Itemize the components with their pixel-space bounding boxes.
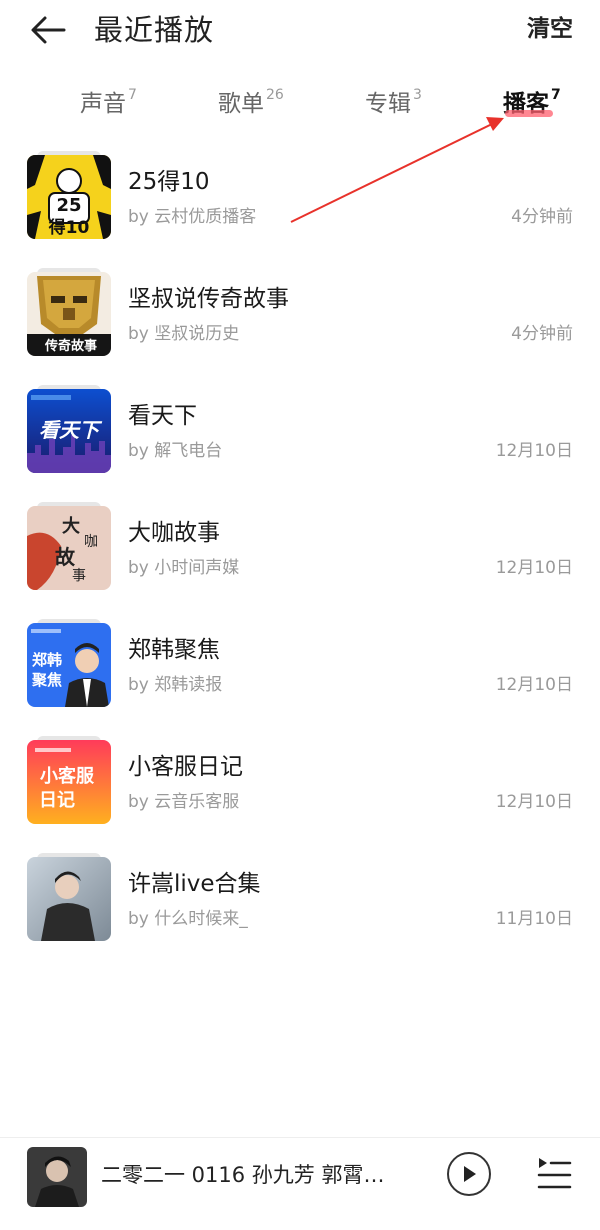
item-title: 小客服日记 (128, 754, 243, 780)
list-item[interactable]: 郑韩 聚焦 郑韩聚焦 by 郑韩读报 12月10日 (0, 618, 600, 718)
tab-sounds[interactable]: 声音 7 (80, 84, 137, 128)
playlist-queue-button[interactable] (535, 1154, 573, 1194)
item-author: by 坚叔说历史 (128, 324, 240, 344)
cover-portrait-blue-icon: 郑韩 聚焦 (27, 623, 111, 707)
playlist-queue-icon (537, 1158, 572, 1189)
cover-text: 日记 (39, 790, 75, 811)
tab-count: 26 (266, 87, 284, 103)
cover-text: 小客服 (40, 765, 95, 787)
cover-text: 咖 (84, 534, 98, 550)
cover-text: 看天下 (39, 418, 103, 442)
cover-text: 大 (62, 515, 80, 537)
cover-text: 得10 (48, 217, 90, 238)
list-item[interactable]: 25 得10 25得10 by 云村优质播客 4分钟前 (0, 150, 600, 250)
tab-count: 7 (551, 87, 561, 103)
page-title: 最近播放 (94, 13, 215, 47)
list-item[interactable]: 小客服 日记 小客服日记 by 云音乐客服 12月10日 (0, 735, 600, 835)
active-tab-indicator (505, 110, 553, 117)
tab-label: 播客 (503, 91, 549, 117)
item-time: 12月10日 (495, 792, 573, 812)
item-title: 25得10 (128, 169, 210, 195)
cover-calligraphy-icon: 大 咖 故 事 (27, 506, 111, 590)
arrow-left-icon (31, 16, 66, 44)
cover-25de10-icon: 25 得10 (27, 155, 111, 239)
item-author: by 什么时候来_ (128, 909, 248, 929)
item-author: by 小时间声媒 (128, 558, 240, 578)
category-tabs: 声音 7 歌单 26 专辑 3 播客 7 (0, 84, 600, 134)
header-bar: 最近播放 清空 (0, 0, 600, 64)
tab-label: 声音 (80, 91, 126, 117)
cover-bronze-mask-icon: 传奇故事 (27, 272, 111, 356)
clear-button[interactable]: 清空 (527, 12, 573, 46)
item-time: 4分钟前 (511, 324, 573, 344)
item-title: 坚叔说传奇故事 (128, 286, 289, 312)
item-time: 4分钟前 (511, 207, 573, 227)
tab-label: 歌单 (218, 91, 264, 117)
list-item[interactable]: 传奇故事 坚叔说传奇故事 by 坚叔说历史 4分钟前 (0, 267, 600, 367)
item-time: 12月10日 (495, 441, 573, 461)
cover-text: 传奇故事 (44, 338, 97, 354)
tab-playlists[interactable]: 歌单 26 (218, 84, 284, 128)
item-time: 11月10日 (495, 909, 573, 929)
item-title: 郑韩聚焦 (128, 637, 220, 663)
list-item[interactable]: 许嵩live合集 by 什么时候来_ 11月10日 (0, 852, 600, 952)
tab-count: 7 (128, 87, 137, 103)
cover-text: 25 (56, 195, 81, 216)
cover-text: 事 (72, 568, 86, 584)
play-button[interactable] (447, 1152, 491, 1196)
item-time: 12月10日 (495, 558, 573, 578)
item-time: 12月10日 (495, 675, 573, 695)
cover-city-night-icon: 看天下 (27, 389, 111, 473)
cover-orange-gradient-icon: 小客服 日记 (27, 740, 111, 824)
tab-count: 3 (413, 87, 422, 103)
tab-albums[interactable]: 专辑 3 (365, 84, 422, 128)
item-author: by 郑韩读报 (128, 675, 223, 695)
tab-label: 专辑 (365, 91, 411, 117)
mini-player[interactable]: 二零二一 0116 孙九芳 郭霄… (0, 1137, 600, 1230)
now-playing-cover-icon[interactable] (27, 1147, 87, 1207)
tab-podcasts[interactable]: 播客 7 (503, 84, 561, 128)
item-title: 看天下 (128, 403, 197, 429)
back-button[interactable] (26, 10, 70, 50)
cover-text: 郑韩 (32, 651, 62, 669)
list-item[interactable]: 大 咖 故 事 大咖故事 by 小时间声媒 12月10日 (0, 501, 600, 601)
item-title: 许嵩live合集 (128, 871, 261, 897)
now-playing-title[interactable]: 二零二一 0116 孙九芳 郭霄… (101, 1160, 411, 1190)
cover-text: 聚焦 (31, 671, 62, 689)
play-icon (464, 1166, 476, 1182)
item-title: 大咖故事 (128, 520, 220, 546)
item-author: by 云村优质播客 (128, 207, 257, 227)
cover-photo-portrait-icon (27, 857, 111, 941)
list-item[interactable]: 看天下 看天下 by 解飞电台 12月10日 (0, 384, 600, 484)
item-author: by 云音乐客服 (128, 792, 240, 812)
cover-text: 故 (55, 545, 76, 569)
item-author: by 解飞电台 (128, 441, 223, 461)
